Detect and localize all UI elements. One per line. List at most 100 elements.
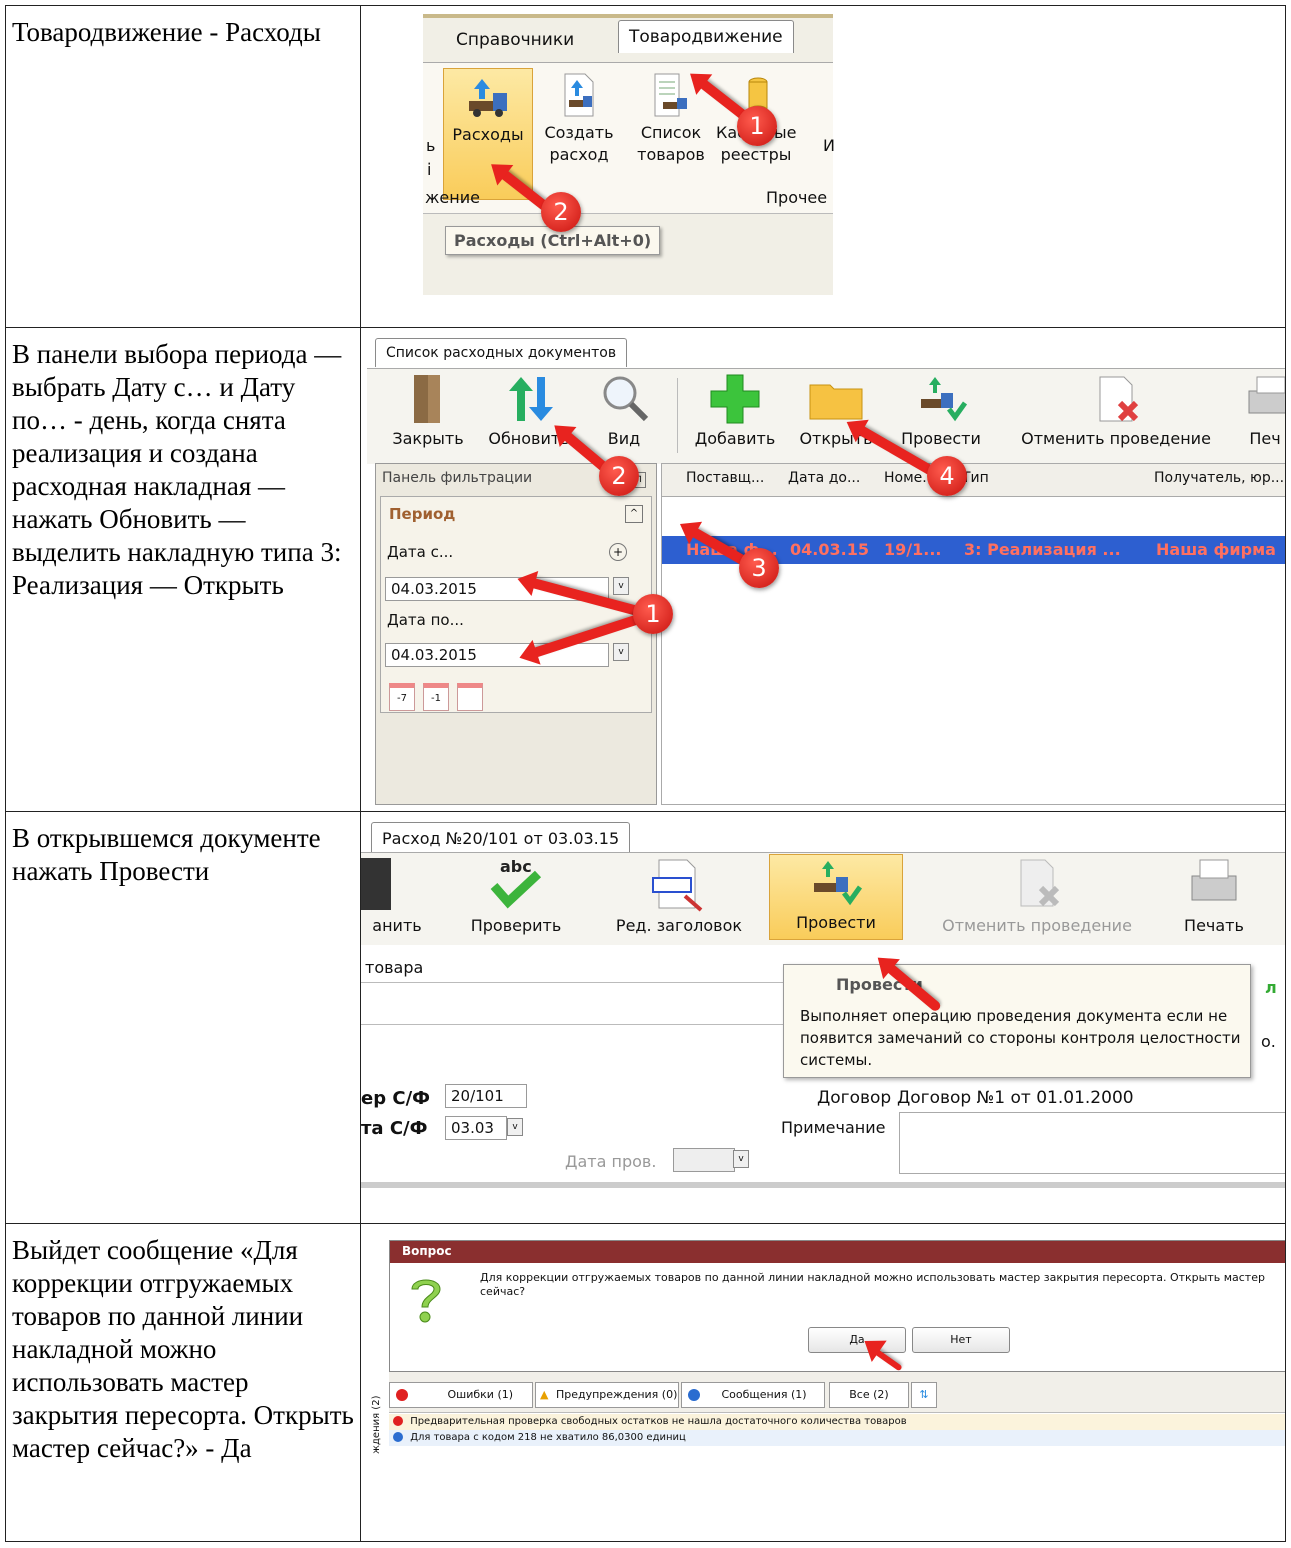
- cancel-posting-label: Отменить проведение: [942, 916, 1132, 935]
- tooltip-text: Выполняет операцию проведения документа …: [800, 1007, 1241, 1069]
- abc-check-icon: abc: [486, 856, 546, 912]
- plus-icon: [709, 373, 761, 425]
- tab-movement[interactable]: Товародвижение: [618, 20, 794, 53]
- view-button[interactable]: Вид: [593, 373, 655, 448]
- create-expense-button[interactable]: Создать расход: [537, 72, 621, 166]
- close-button[interactable]: Закрыть: [383, 373, 473, 448]
- messages-tab-messages[interactable]: Сообщения (1): [681, 1382, 825, 1408]
- calendar-minus7-button[interactable]: -7: [389, 683, 415, 711]
- print-button[interactable]: Печ: [1245, 373, 1285, 448]
- posting-date-dropdown[interactable]: v: [733, 1150, 749, 1168]
- invoice-date-label: та С/Ф: [361, 1118, 428, 1139]
- column-header-doc-date[interactable]: Дата до...: [788, 470, 878, 486]
- documents-grid: Поставщ... Дата до... Номе... Тип Получа…: [661, 463, 1285, 805]
- collapse-period-button[interactable]: ^: [625, 505, 643, 523]
- partial-char-right: И: [823, 136, 835, 155]
- group-label-movement: жение: [425, 188, 480, 207]
- print-document-button[interactable]: Печать: [1169, 856, 1259, 935]
- edit-header-button[interactable]: Ред. заголовок: [599, 856, 759, 935]
- no-button[interactable]: Нет: [912, 1327, 1010, 1353]
- invoice-number-input[interactable]: 20/101: [445, 1084, 527, 1108]
- magnifier-icon: [598, 373, 650, 425]
- instruction-row-4: Выйдет сообщение «Для коррекции отгружае…: [5, 1223, 1286, 1542]
- warnings-tab-label: Предупреждения (0): [555, 1388, 678, 1401]
- column-header-type[interactable]: Тип: [962, 470, 1142, 486]
- cell-type: 3: Реализация ...: [964, 540, 1121, 559]
- errors-tab-label: Ошибки (1): [447, 1388, 514, 1401]
- post-button[interactable]: Провести: [891, 373, 991, 448]
- calendar-minus1-button[interactable]: -1: [423, 683, 449, 711]
- instruction-table: Товародвижение - Расходы Справочники Тов…: [5, 5, 1286, 1542]
- print-document-label: Печать: [1184, 916, 1244, 935]
- message-row-error[interactable]: Предварительная проверка свободных остат…: [389, 1414, 1285, 1430]
- partial-char-bottom: і: [427, 160, 432, 179]
- posting-date-input[interactable]: [673, 1148, 735, 1172]
- yes-button[interactable]: Да: [808, 1327, 906, 1353]
- print-label: Печ: [1249, 429, 1281, 448]
- instruction-text-4: Выйдет сообщение «Для коррекции отгружае…: [5, 1223, 361, 1542]
- screenshot-question-dialog: Вопрос Для коррекции отгружаемых товаров…: [361, 1224, 1285, 1540]
- add-date-button[interactable]: +: [609, 543, 627, 561]
- contract-label: Договор: [817, 1088, 892, 1108]
- column-header-supplier[interactable]: Поставщ...: [686, 470, 782, 486]
- note-textarea[interactable]: [899, 1112, 1285, 1174]
- messages-tab-all[interactable]: Все (2): [829, 1382, 909, 1408]
- cancel-posting-button-disabled[interactable]: Отменить проведение: [917, 856, 1157, 935]
- badge-1: 1: [737, 106, 777, 146]
- check-label: Проверить: [470, 916, 562, 935]
- message-info-text: Для товара с кодом 218 не хватило 86,030…: [410, 1432, 686, 1443]
- door-icon: [408, 373, 448, 425]
- goods-list-label: Список товаров: [637, 123, 705, 164]
- messages-tab-warnings[interactable]: ▲ Предупреждения (0): [535, 1382, 679, 1408]
- post-document-button[interactable]: Провести: [769, 854, 903, 940]
- edit-header-icon: [649, 856, 709, 912]
- check-button[interactable]: abc Проверить: [451, 856, 581, 935]
- tab-expense-documents-list[interactable]: Список расходных документов: [375, 338, 628, 367]
- cell-number: 19/1...: [884, 540, 942, 559]
- question-icon: [404, 1275, 448, 1325]
- badge-refresh: 2: [599, 456, 639, 496]
- column-header-recipient[interactable]: Получатель, юр...: [1154, 470, 1285, 486]
- message-error-text: Предварительная проверка свободных остат…: [410, 1416, 907, 1427]
- cancel-posting-label: Отменить проведение: [1021, 429, 1211, 448]
- date-to-input[interactable]: 04.03.2015: [385, 643, 609, 667]
- info-small-icon: [393, 1432, 403, 1442]
- document-truck-icon: [559, 72, 599, 118]
- group-label-other: Прочее: [766, 188, 828, 207]
- instruction-text-3: В открывшемся документе нажать Провести: [5, 811, 361, 1224]
- printer-icon: [1186, 856, 1242, 912]
- post-truck-icon: [808, 859, 864, 909]
- side-label: ждения (2): [371, 1395, 382, 1454]
- period-title: Период: [389, 505, 456, 523]
- save-button[interactable]: анить: [361, 856, 433, 935]
- tab-expense-document[interactable]: Расход №20/101 от 03.03.15: [371, 822, 631, 854]
- date-to-dropdown[interactable]: v: [613, 643, 629, 661]
- posting-date-label: Дата пров.: [565, 1152, 657, 1171]
- contract-value[interactable]: Договор №1 от 01.01.2000: [897, 1088, 1134, 1108]
- cancel-posting-button[interactable]: Отменить проведение: [1001, 373, 1231, 448]
- create-expense-label: Создать расход: [544, 123, 614, 164]
- messages-tab-errors[interactable]: Ошибки (1): [389, 1382, 533, 1408]
- post-tooltip: Провести Выполняет операцию проведения д…: [783, 964, 1251, 1078]
- add-label: Добавить: [694, 429, 776, 448]
- post-label: Провести: [901, 429, 981, 448]
- info-icon: [688, 1389, 700, 1401]
- refresh-messages-button[interactable]: ⇅: [911, 1382, 937, 1408]
- invoice-date-dropdown[interactable]: v: [507, 1118, 523, 1136]
- post-truck-icon: [915, 373, 968, 425]
- badge-open: 4: [927, 456, 967, 496]
- note-label: Примечание: [781, 1118, 886, 1137]
- tab-reference[interactable]: Справочники: [446, 24, 584, 56]
- instruction-row-3: В открывшемся документе нажать Провести …: [5, 811, 1286, 1224]
- edge-letter-top: л: [1265, 978, 1277, 997]
- add-button[interactable]: Добавить: [687, 373, 783, 448]
- message-row-info[interactable]: Для товара с кодом 218 не хватило 86,030…: [389, 1430, 1285, 1446]
- date-from-dropdown[interactable]: v: [613, 577, 629, 595]
- instruction-row-2: В панели выбора периода — выбрать Дату с…: [5, 327, 1286, 812]
- messages-tab-label: Сообщения (1): [721, 1388, 807, 1401]
- no-label: Нет: [950, 1333, 972, 1346]
- expenses-label: Расходы: [452, 125, 524, 144]
- calendar-today-button[interactable]: [457, 683, 483, 711]
- floppy-icon: [361, 856, 401, 912]
- invoice-date-input[interactable]: 03.03: [445, 1116, 507, 1140]
